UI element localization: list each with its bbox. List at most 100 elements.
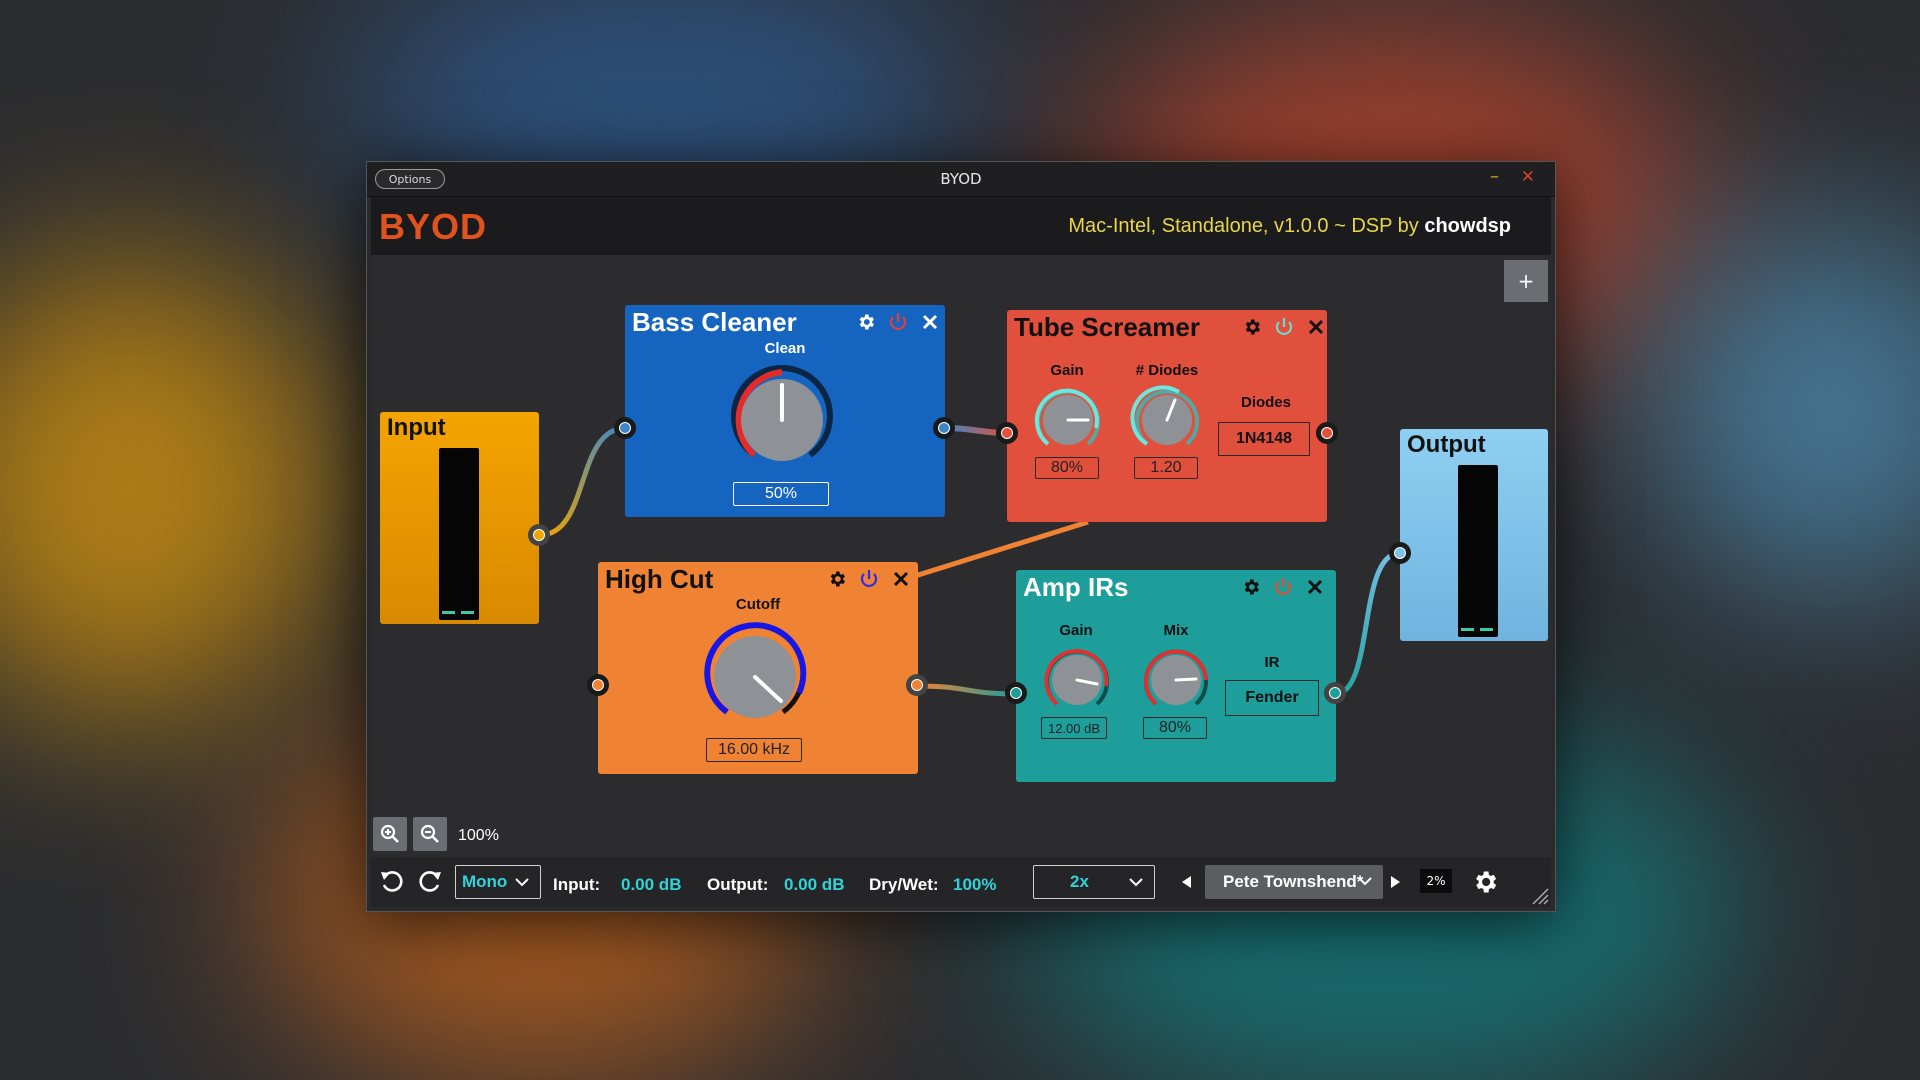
mix-knob[interactable] xyxy=(1138,642,1214,718)
module-power-button[interactable] xyxy=(1273,316,1295,338)
title-bar: Options BYOD – ✕ xyxy=(367,162,1555,197)
previous-preset-button[interactable] xyxy=(1179,873,1193,895)
amp-irs-output-port[interactable] xyxy=(1324,682,1346,704)
module-title: Output xyxy=(1407,431,1486,458)
meter-right-tick xyxy=(461,611,474,614)
gain-knob[interactable] xyxy=(1039,642,1115,718)
mode-value: Mono xyxy=(462,872,508,891)
bass-cleaner-output-port[interactable] xyxy=(933,417,955,439)
module-controls xyxy=(855,311,941,333)
amp-irs-input-port[interactable] xyxy=(1005,682,1027,704)
power-icon xyxy=(1274,578,1292,595)
version-author: chowdsp xyxy=(1424,215,1511,237)
chevron-down-icon xyxy=(1129,878,1143,887)
module-remove-button[interactable] xyxy=(919,311,941,333)
close-window-button[interactable]: ✕ xyxy=(1521,167,1535,187)
gear-icon xyxy=(830,571,845,587)
resize-grip[interactable] xyxy=(1529,885,1549,909)
output-level-meter xyxy=(1458,465,1498,637)
module-high-cut[interactable]: High Cut Cutoff 16.00 kHz xyxy=(598,562,918,774)
module-settings-button[interactable] xyxy=(1240,576,1262,598)
high-cut-output-port[interactable] xyxy=(906,674,928,696)
module-remove-button[interactable] xyxy=(1305,316,1327,338)
input-level-meter xyxy=(439,448,479,620)
module-amp-irs[interactable]: Amp IRs Gain 12.00 dB Mix 80% IR Fender xyxy=(1016,570,1336,782)
diodes-count-value[interactable]: 1.20 xyxy=(1134,457,1198,479)
window-title: BYOD xyxy=(940,170,982,188)
gear-icon xyxy=(859,314,874,330)
mix-value[interactable]: 80% xyxy=(1143,717,1207,739)
module-remove-button[interactable] xyxy=(1304,576,1326,598)
zoom-in-icon xyxy=(380,824,399,843)
diodes-count-knob[interactable] xyxy=(1129,382,1205,458)
logo: BYOD xyxy=(379,206,488,247)
arrow-left-icon xyxy=(1182,876,1191,888)
meter-left-tick xyxy=(1461,628,1474,631)
drywet-value[interactable]: 100% xyxy=(953,875,996,895)
gear-icon xyxy=(1476,871,1497,893)
zoom-out-button[interactable] xyxy=(413,817,447,851)
high-cut-input-port[interactable] xyxy=(587,674,609,696)
board-canvas[interactable] xyxy=(371,255,1551,857)
clean-knob[interactable] xyxy=(722,360,842,480)
gain-value[interactable]: 12.00 dB xyxy=(1041,717,1107,739)
module-power-button[interactable] xyxy=(887,311,909,333)
version-prefix: Mac-Intel, Standalone, v1.0.0 ~ DSP by xyxy=(1068,215,1425,237)
output-input-port[interactable] xyxy=(1389,542,1411,564)
add-module-button[interactable]: + xyxy=(1504,260,1548,302)
gain-label: Gain xyxy=(1059,622,1093,639)
clean-value[interactable]: 50% xyxy=(733,482,829,506)
undo-button[interactable] xyxy=(379,869,405,899)
module-settings-button[interactable] xyxy=(1241,316,1263,338)
gear-icon xyxy=(1244,579,1259,595)
module-power-button[interactable] xyxy=(858,568,880,590)
mix-label: Mix xyxy=(1163,622,1189,639)
module-settings-button[interactable] xyxy=(826,568,848,590)
power-icon xyxy=(1275,318,1293,335)
power-icon xyxy=(860,570,878,587)
input-gain-label: Input: xyxy=(553,875,601,894)
input-gain-value[interactable]: 0.00 dB xyxy=(621,875,681,895)
tube-screamer-input-port[interactable] xyxy=(996,422,1018,444)
module-controls xyxy=(1240,576,1326,598)
zoom-out-icon xyxy=(420,824,439,843)
cutoff-value[interactable]: 16.00 kHz xyxy=(706,738,802,762)
diodes-count-label: # Diodes xyxy=(1135,362,1199,379)
resize-grip-icon xyxy=(1532,888,1549,905)
input-output-port[interactable] xyxy=(528,524,550,546)
chevron-down-icon xyxy=(515,878,529,887)
oversampling-select[interactable]: 2x xyxy=(1033,865,1155,899)
minimize-button[interactable]: – xyxy=(1490,166,1499,187)
module-settings-button[interactable] xyxy=(855,311,877,333)
preset-select[interactable]: Pete Townshend* xyxy=(1205,865,1383,899)
output-gain-label: Output: xyxy=(707,875,769,894)
gain-knob[interactable] xyxy=(1030,382,1106,458)
settings-button[interactable] xyxy=(1471,868,1499,900)
oversampling-value: 2x xyxy=(1070,872,1089,891)
redo-button[interactable] xyxy=(417,869,443,899)
zoom-level: 100% xyxy=(458,827,499,844)
tube-screamer-output-port[interactable] xyxy=(1316,422,1338,444)
power-icon xyxy=(889,313,907,330)
module-title: Bass Cleaner xyxy=(632,307,797,337)
mode-select[interactable]: Mono xyxy=(455,865,541,899)
gain-value[interactable]: 80% xyxy=(1035,457,1099,479)
module-controls xyxy=(826,568,912,590)
module-remove-button[interactable] xyxy=(890,568,912,590)
meter-right-tick xyxy=(1480,628,1493,631)
output-gain-value[interactable]: 0.00 dB xyxy=(784,875,844,895)
cutoff-knob[interactable] xyxy=(695,617,815,737)
diodes-select[interactable]: 1N4148 xyxy=(1218,422,1310,456)
ir-select[interactable]: Fender xyxy=(1225,680,1319,716)
module-input[interactable]: Input xyxy=(380,412,539,624)
module-bass-cleaner[interactable]: Bass Cleaner Clean 50% xyxy=(625,305,945,517)
next-preset-button[interactable] xyxy=(1389,873,1403,895)
module-power-button[interactable] xyxy=(1272,576,1294,598)
bass-cleaner-input-port[interactable] xyxy=(614,417,636,439)
module-controls xyxy=(1241,316,1327,338)
module-tube-screamer[interactable]: Tube Screamer Gain 80% # Diodes 1.20 Dio… xyxy=(1007,310,1327,522)
module-output[interactable]: Output xyxy=(1400,429,1548,641)
zoom-in-button[interactable] xyxy=(373,817,407,851)
undo-icon xyxy=(381,871,403,892)
chevron-down-icon xyxy=(1358,877,1372,886)
